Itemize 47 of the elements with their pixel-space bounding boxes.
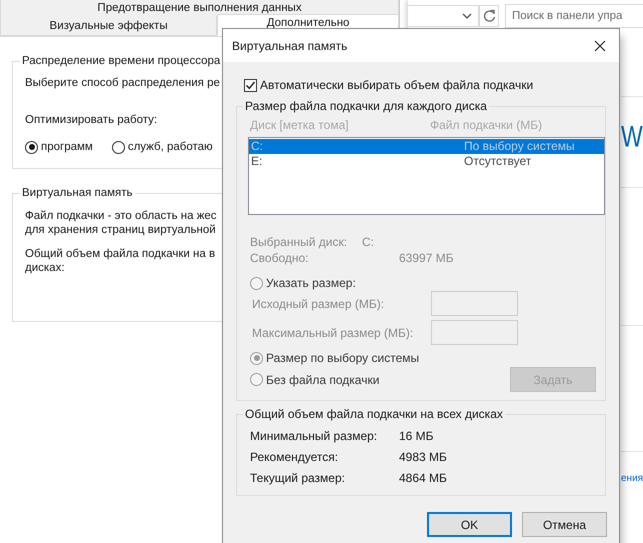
paragraph: Файл подкачки - это область на жес для хранения страниц виртуальной xyxy=(25,209,217,237)
paging-file-cell: Отсутствует xyxy=(464,154,532,169)
radio-button[interactable] xyxy=(25,140,38,154)
group-title: Размер файла подкачки для каждого диска xyxy=(244,99,488,113)
radio-label: Размер по выбору системы xyxy=(266,351,420,365)
group-title: Общий объем файла подкачки на всех дисках xyxy=(244,407,504,421)
stat-label: Минимальный размер: xyxy=(250,428,378,445)
description-text: Выберите способ распределения ре xyxy=(25,76,220,90)
drive-cell-text: C: xyxy=(250,139,264,154)
refresh-icon xyxy=(482,9,496,23)
paragraph: Общий объем файла подкачки на в дисках: xyxy=(25,247,216,275)
link[interactable]: ения xyxy=(621,473,643,484)
paging-file-cell: По выбору системы xyxy=(464,139,575,154)
column-header: Диск [метка тома] xyxy=(250,118,350,132)
group-title: Виртуальная память xyxy=(21,186,134,200)
tab[interactable]: Предотвращение выполнения данных xyxy=(0,0,399,16)
search-field[interactable]: Поиск в панели упра xyxy=(505,4,643,28)
stat-label: Рекомендуется: xyxy=(250,449,340,466)
info-value: 63997 МБ xyxy=(399,250,454,266)
chevron-down-icon xyxy=(462,13,472,19)
stat-value: 4983 МБ xyxy=(399,449,447,466)
info-label: Выбранный диск: xyxy=(250,234,348,250)
group-title: Распределение времени процессора xyxy=(21,54,222,68)
radio-label: Указать размер: xyxy=(266,276,356,290)
column-header: Файл подкачки (МБ) xyxy=(430,118,542,132)
checkbox[interactable] xyxy=(244,78,257,92)
radio-label: программ xyxy=(41,140,93,154)
field-label: Исходный размер (МБ): xyxy=(251,296,386,310)
radio-label: служб, работаю xyxy=(128,140,213,154)
info-value: C: xyxy=(362,234,374,250)
info-label: Свободно: xyxy=(250,250,310,266)
tab[interactable]: Визуальные эффекты xyxy=(0,16,218,36)
stat-label: Текущий размер: xyxy=(250,470,346,487)
close-icon xyxy=(594,40,606,52)
window-title: Виртуальная память xyxy=(231,38,348,52)
field-label: Максимальный размер (МБ): xyxy=(251,326,414,340)
optimize-label: Оптимизировать работу: xyxy=(25,113,158,127)
radio-label: Без файла подкачки xyxy=(266,372,380,386)
refresh-button[interactable] xyxy=(479,5,499,27)
dialog-button[interactable]: OK xyxy=(427,512,512,537)
radio-button[interactable] xyxy=(112,140,125,154)
heading-text: W xyxy=(621,118,643,155)
dialog-button[interactable]: Отмена xyxy=(522,512,607,537)
stat-value: 4864 МБ xyxy=(399,470,447,487)
drive-cell-text: E: xyxy=(250,154,264,169)
stat-value: 16 МБ xyxy=(399,428,434,445)
checkbox-label: Автоматически выбирать объем файла подкачки xyxy=(260,78,534,92)
